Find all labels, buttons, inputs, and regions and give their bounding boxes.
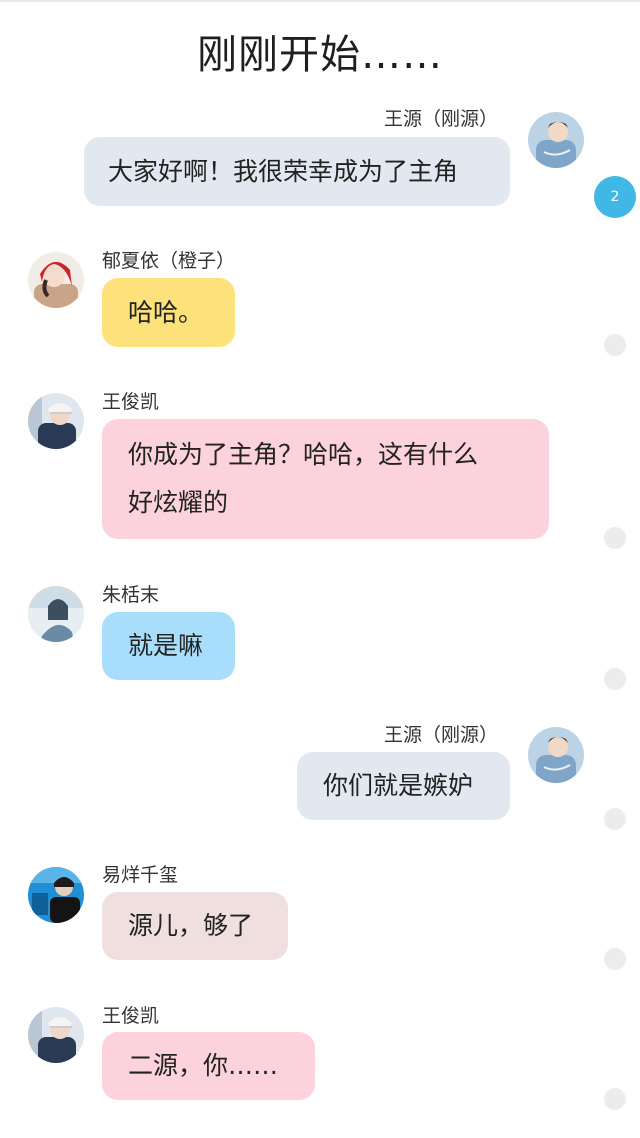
page-title: 刚刚开始…… xyxy=(197,32,443,78)
message-bubble[interactable]: 源儿，够了 xyxy=(102,892,288,960)
sender-name: 郁夏依（橙子） xyxy=(102,250,236,272)
message-bubble[interactable]: 你成为了主角？哈哈，这有什么 好炫耀的 xyxy=(102,419,549,539)
message-text-line: 你成为了主角？哈哈，这有什么 xyxy=(128,440,479,469)
sender-name: 易烊千玺 xyxy=(102,864,179,886)
sender-name: 朱栝末 xyxy=(102,584,160,606)
sender-name: 王俊凯 xyxy=(102,1005,160,1027)
sender-name: 王俊凯 xyxy=(102,391,160,413)
top-divider xyxy=(0,0,640,2)
message-status-dot xyxy=(604,1088,626,1110)
wang-junkai-avatar[interactable] xyxy=(28,393,84,449)
sender-name: 王源（刚源） xyxy=(383,724,498,746)
yu-xiayi-avatar[interactable] xyxy=(28,252,84,308)
message-bubble[interactable]: 大家好啊！我很荣幸成为了主角 xyxy=(84,137,510,206)
message-status-dot xyxy=(604,334,626,356)
wang-junkai-avatar[interactable] xyxy=(28,1007,84,1063)
sender-name: 王源（刚源） xyxy=(383,108,498,130)
message-status-dot xyxy=(604,808,626,830)
message-bubble[interactable]: 你们就是嫉妒 xyxy=(297,752,510,820)
message-bubble[interactable]: 就是嘛 xyxy=(102,612,235,680)
wang-yuan-avatar[interactable] xyxy=(528,112,584,168)
message-text-line: 好炫耀的 xyxy=(128,488,229,517)
yi-yangqianxi-avatar[interactable] xyxy=(28,867,84,923)
wang-yuan-avatar[interactable] xyxy=(528,727,584,783)
zhu-kuomo-avatar[interactable] xyxy=(28,586,84,642)
message-bubble[interactable]: 二源，你…… xyxy=(102,1032,315,1100)
message-bubble[interactable]: 哈哈。 xyxy=(102,278,235,347)
message-status-dot xyxy=(604,527,626,549)
message-status-dot xyxy=(604,668,626,690)
unread-count-badge[interactable]: 2 xyxy=(594,176,636,218)
message-status-dot xyxy=(604,948,626,970)
